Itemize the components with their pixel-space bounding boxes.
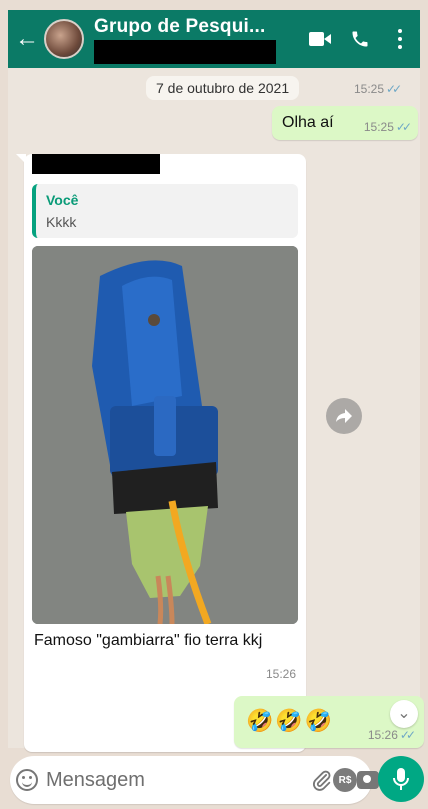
- photo-caption: Famoso "gambiarra" fio terra kkj: [34, 632, 263, 649]
- video-call-button[interactable]: [300, 19, 340, 59]
- header-title-area[interactable]: Grupo de Pesqui...: [94, 10, 300, 68]
- quoted-sender: Você: [46, 192, 79, 208]
- payment-button[interactable]: R$: [333, 762, 357, 798]
- voice-call-button[interactable]: [340, 19, 380, 59]
- menu-button[interactable]: [380, 19, 420, 59]
- read-ticks-icon: ✓✓: [395, 120, 412, 134]
- quoted-text: Kkkk: [46, 214, 77, 230]
- scroll-down-button[interactable]: ⌄: [390, 700, 418, 728]
- camera-button[interactable]: [357, 762, 379, 798]
- message-bubble-outgoing[interactable]: Olha aí 15:25 ✓✓: [272, 106, 418, 140]
- date-row-time: 15:25 ✓✓: [354, 82, 402, 96]
- read-ticks-icon: ✓✓: [399, 728, 416, 742]
- mic-icon: [393, 768, 409, 790]
- message-time: 15:26: [265, 667, 296, 681]
- voice-message-button[interactable]: [378, 756, 424, 802]
- attach-button[interactable]: [311, 762, 333, 798]
- phone-icon: [352, 31, 368, 47]
- forward-button[interactable]: [326, 398, 362, 434]
- emoji-button[interactable]: [16, 762, 38, 798]
- date-separator: 7 de outubro de 2021: [146, 76, 300, 100]
- message-text: Olha aí: [282, 114, 334, 131]
- group-title[interactable]: Grupo de Pesqui...: [94, 16, 265, 38]
- message-composer: R$: [10, 756, 379, 804]
- payment-icon: R$: [333, 768, 357, 792]
- photo-image: [32, 246, 298, 624]
- message-bubble-incoming[interactable]: Você Kkkk Famoso "gambiarra" fio terra k…: [16, 154, 306, 752]
- chat-header: ← Grupo de Pesqui...: [8, 10, 420, 68]
- more-vert-icon: [398, 29, 402, 49]
- date-text: 7 de outubro de 2021: [156, 80, 290, 96]
- back-arrow-icon[interactable]: ←: [12, 25, 42, 53]
- message-time: 15:26 ✓✓: [367, 728, 416, 742]
- camera-icon: [357, 771, 379, 789]
- message-input[interactable]: [46, 760, 311, 800]
- redacted-sender-name: [32, 154, 160, 174]
- group-avatar[interactable]: [44, 19, 84, 59]
- quoted-message[interactable]: Você Kkkk: [32, 184, 298, 238]
- video-call-icon: [309, 32, 331, 46]
- message-time: 15:25 ✓✓: [363, 120, 412, 134]
- paperclip-icon: [313, 770, 331, 791]
- emoji-icon: [16, 769, 38, 791]
- forward-icon: [336, 409, 352, 423]
- chat-area[interactable]: 7 de outubro de 2021 15:25 ✓✓ Olha aí 15:…: [8, 68, 424, 752]
- scroll-down-icon: ⌄: [397, 705, 411, 722]
- message-photo[interactable]: [32, 246, 298, 624]
- redacted-subtitle: [94, 40, 276, 64]
- message-emoji: 🤣🤣🤣: [246, 708, 335, 733]
